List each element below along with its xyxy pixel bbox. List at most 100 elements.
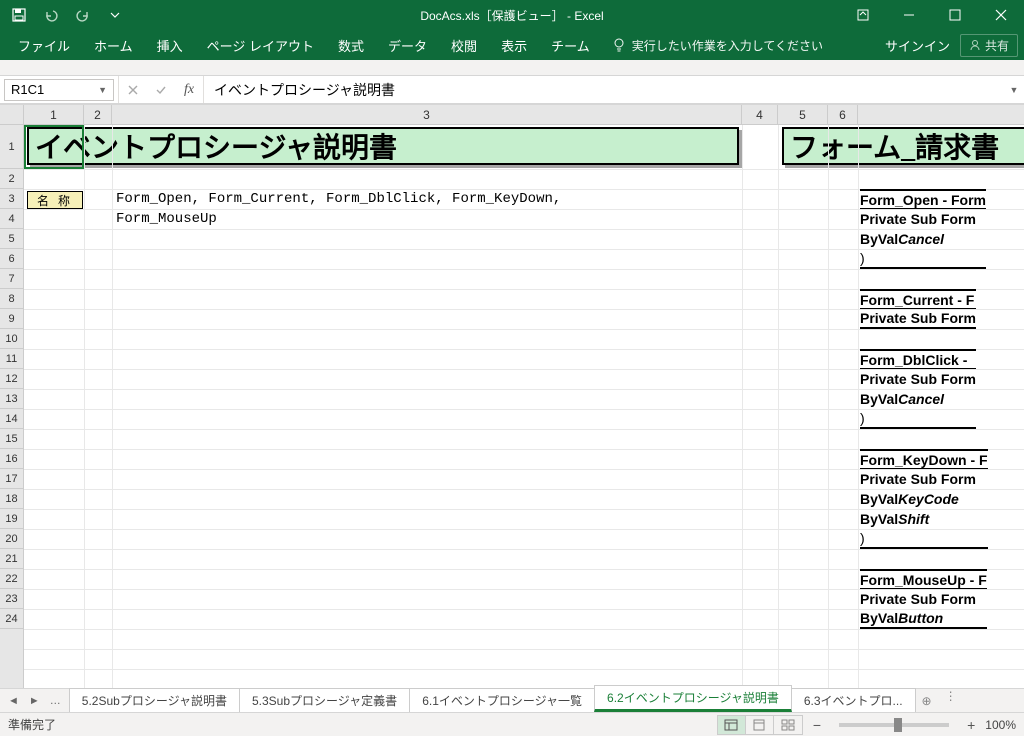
redo-button[interactable]: [68, 0, 98, 30]
code-line: ByVal Cancel: [860, 229, 986, 249]
row-header-20[interactable]: 20: [0, 529, 23, 549]
formula-input[interactable]: イベントプロシージャ説明書: [204, 76, 1004, 103]
col-header-2[interactable]: 2: [84, 105, 112, 124]
minimize-button[interactable]: [886, 0, 932, 30]
ribbon-options-button[interactable]: [840, 0, 886, 30]
row-header-14[interactable]: 14: [0, 409, 23, 429]
sheet-tab[interactable]: 6.3イベントプロ...: [791, 688, 916, 712]
row-header-19[interactable]: 19: [0, 509, 23, 529]
qat-customize[interactable]: [100, 0, 130, 30]
row-header-21[interactable]: 21: [0, 549, 23, 569]
col-header-1[interactable]: 1: [24, 105, 84, 124]
tab-formulas[interactable]: 数式: [326, 30, 376, 60]
sheet-tab[interactable]: 6.1イベントプロシージャ一覧: [409, 688, 595, 712]
spreadsheet-grid: 1 2 3 4 5 6 1 2 3 4 5 6 7 8 9 10 11 12 1…: [0, 104, 1024, 688]
doc-title2-cell: フォーム_請求書: [782, 127, 1024, 165]
row-header-10[interactable]: 10: [0, 329, 23, 349]
col-header-6[interactable]: 6: [828, 105, 858, 124]
row-header-13[interactable]: 13: [0, 389, 23, 409]
row-header-18[interactable]: 18: [0, 489, 23, 509]
cancel-formula-button[interactable]: [119, 76, 147, 103]
status-ready: 準備完了: [8, 716, 56, 733]
sheet-nav-next[interactable]: ►: [29, 695, 40, 707]
name-box[interactable]: R1C1 ▼: [4, 79, 114, 101]
tab-team[interactable]: チーム: [539, 30, 602, 60]
code-line: Private Sub Form: [860, 209, 986, 229]
signin-link[interactable]: サインイン: [885, 36, 950, 55]
add-sheet-button[interactable]: ⊕: [915, 689, 939, 712]
view-pagebreak[interactable]: [774, 716, 802, 734]
sheet-tab[interactable]: 6.2イベントプロシージャ説明書: [594, 685, 792, 712]
code-block: Form_Open - FormPrivate Sub Form ByVal C…: [860, 189, 986, 269]
formula-buttons: fx: [118, 76, 204, 103]
ribbon-tabs: ファイル ホーム 挿入 ページ レイアウト 数式 データ 校閲 表示 チーム 実…: [0, 30, 1024, 60]
row-header-22[interactable]: 22: [0, 569, 23, 589]
sheet-nav-more[interactable]: …: [50, 695, 61, 707]
code-line: ): [860, 249, 986, 269]
doc-title-cell: イベントプロシージャ説明書: [27, 127, 739, 165]
undo-button[interactable]: [36, 0, 66, 30]
row-header-8[interactable]: 8: [0, 289, 23, 309]
save-button[interactable]: [4, 0, 34, 30]
sheet-tab[interactable]: 5.3Subプロシージャ定義書: [239, 688, 410, 712]
sheet-tab[interactable]: 5.2Subプロシージャ説明書: [69, 688, 240, 712]
sheet-tabs: 5.2Subプロシージャ説明書5.3Subプロシージャ定義書6.1イベントプロシ…: [69, 689, 915, 712]
tell-me-text: 実行したい作業を入力してください: [632, 37, 823, 54]
row-header-12[interactable]: 12: [0, 369, 23, 389]
close-button[interactable]: [978, 0, 1024, 30]
row-header-11[interactable]: 11: [0, 349, 23, 369]
view-buttons: [717, 715, 803, 735]
tab-review[interactable]: 校閲: [439, 30, 489, 60]
tab-data[interactable]: データ: [376, 30, 439, 60]
row-header-16[interactable]: 16: [0, 449, 23, 469]
col-header-5[interactable]: 5: [778, 105, 828, 124]
tell-me[interactable]: 実行したい作業を入力してください: [602, 37, 833, 54]
zoom-in[interactable]: +: [963, 717, 979, 733]
zoom-out[interactable]: −: [809, 717, 825, 733]
tab-insert[interactable]: 挿入: [145, 30, 195, 60]
col-header-3[interactable]: 3: [112, 105, 742, 124]
code-line: Private Sub Form: [860, 469, 988, 489]
row-header-3[interactable]: 3: [0, 189, 23, 209]
zoom-slider[interactable]: [839, 723, 949, 727]
select-all-corner[interactable]: [0, 105, 24, 124]
tab-view[interactable]: 表示: [489, 30, 539, 60]
row-header-7[interactable]: 7: [0, 269, 23, 289]
row-header-15[interactable]: 15: [0, 429, 23, 449]
tab-file[interactable]: ファイル: [6, 30, 82, 60]
code-block: Form_DblClick - Private Sub Form ByVal C…: [860, 349, 976, 429]
fx-button[interactable]: fx: [175, 76, 203, 103]
sheet-options[interactable]: ⋮: [939, 689, 963, 712]
code-line: ByVal Button: [860, 609, 987, 629]
row-header-23[interactable]: 23: [0, 589, 23, 609]
tab-home[interactable]: ホーム: [82, 30, 145, 60]
formula-expand[interactable]: ▼: [1004, 85, 1024, 95]
code-line: ): [860, 409, 976, 429]
row-headers: 1 2 3 4 5 6 7 8 9 10 11 12 13 14 15 16 1…: [0, 125, 24, 688]
code-block-header: Form_Open - Form: [860, 189, 986, 209]
col-header-4[interactable]: 4: [742, 105, 778, 124]
titlebar: DocAcs.xls［保護ビュー］ - Excel: [0, 0, 1024, 30]
sheet-nav-first[interactable]: ◄: [8, 695, 19, 707]
cells-area[interactable]: イベントプロシージャ説明書 フォーム_請求書 名 称 Form_Open, Fo…: [24, 125, 1024, 688]
row-header-2[interactable]: 2: [0, 169, 23, 189]
row-header-5[interactable]: 5: [0, 229, 23, 249]
code-line: Private Sub Form: [860, 369, 976, 389]
row-header-9[interactable]: 9: [0, 309, 23, 329]
row-header-4[interactable]: 4: [0, 209, 23, 229]
row-header-1[interactable]: 1: [0, 125, 23, 169]
code-line: Private Sub Form: [860, 589, 987, 609]
code-block-header: Form_MouseUp - F: [860, 569, 987, 589]
share-label: 共有: [985, 37, 1009, 54]
row-header-6[interactable]: 6: [0, 249, 23, 269]
sheet-nav: ◄ ► …: [0, 689, 69, 712]
enter-formula-button[interactable]: [147, 76, 175, 103]
row-header-24[interactable]: 24: [0, 609, 23, 629]
window-controls: [840, 0, 1024, 30]
view-normal[interactable]: [718, 716, 746, 734]
maximize-button[interactable]: [932, 0, 978, 30]
view-pagelayout[interactable]: [746, 716, 774, 734]
row-header-17[interactable]: 17: [0, 469, 23, 489]
tab-pagelayout[interactable]: ページ レイアウト: [195, 30, 326, 60]
share-button[interactable]: 共有: [960, 34, 1018, 57]
